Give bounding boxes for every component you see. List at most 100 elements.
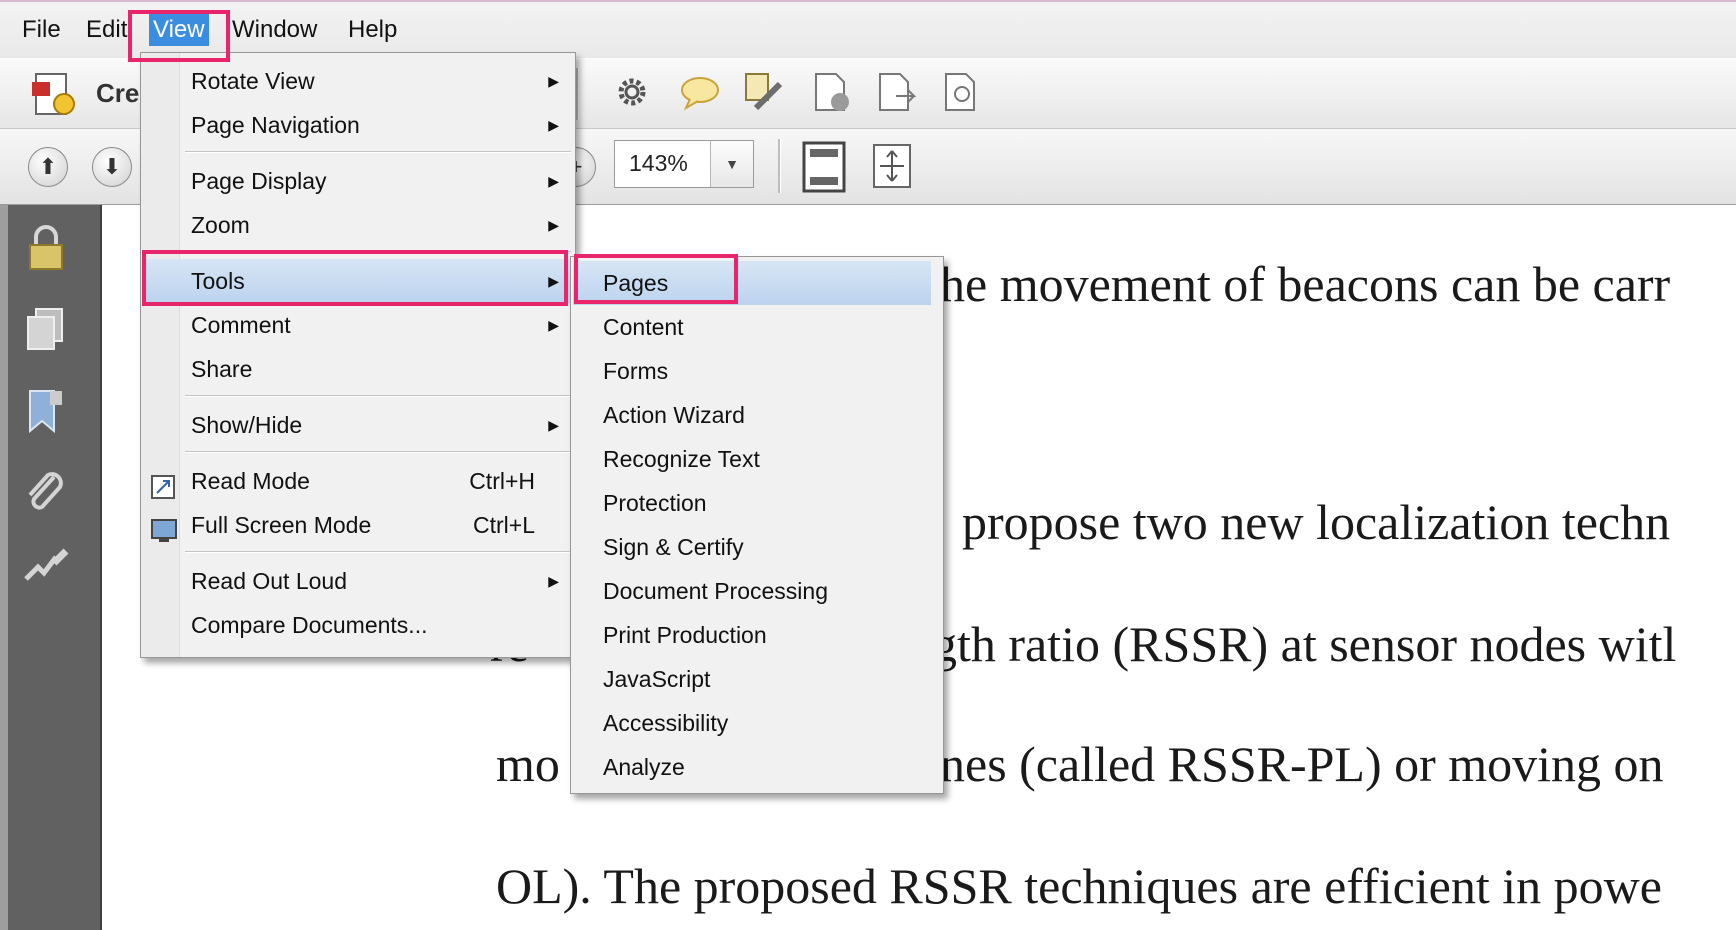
fit-width-icon[interactable]	[870, 141, 914, 191]
menu-item-label: Read Mode	[191, 468, 310, 494]
menu-divider	[185, 551, 571, 553]
document-text-line: propose two new localization techn	[962, 494, 1671, 550]
menu-item-label: Share	[191, 356, 253, 382]
menu-item-label: Full Screen Mode	[191, 512, 372, 538]
menu-item-shortcut: Ctrl+L	[473, 512, 535, 538]
window-top-border	[0, 0, 1736, 2]
lock-icon[interactable]	[20, 223, 72, 275]
submenu-arrow-icon: ▶	[548, 117, 559, 133]
comment-icon[interactable]	[678, 72, 722, 112]
document-text-line: nes (called RSSR-PL) or moving on	[940, 736, 1664, 792]
create-pdf-icon[interactable]	[30, 70, 80, 120]
view-menu: Rotate View ▶ Page Navigation ▶ Page Dis…	[140, 52, 576, 658]
menu-item-label: Recognize Text	[603, 446, 760, 472]
menu-item-label: Sign & Certify	[603, 534, 744, 560]
menu-item-label: Zoom	[191, 212, 250, 238]
menu-item-label: Action Wizard	[603, 402, 745, 428]
pages-icon[interactable]	[20, 303, 72, 355]
menu-item-compare-documents[interactable]: Compare Documents...	[143, 603, 573, 647]
chevron-down-icon[interactable]: ▼	[710, 141, 753, 187]
submenu-item-accessibility[interactable]: Accessibility	[573, 701, 941, 745]
menu-item-label: Show/Hide	[191, 412, 303, 438]
menu-item-label: Forms	[603, 358, 669, 384]
menu-item-rotate-view[interactable]: Rotate View ▶	[143, 59, 573, 103]
menu-item-label: Tools	[191, 268, 245, 294]
menu-item-label: Content	[603, 314, 684, 340]
menu-item-label: Page Display	[191, 168, 327, 194]
menu-item-comment[interactable]: Comment ▶	[143, 303, 573, 347]
submenu-arrow-icon: ▶	[548, 273, 559, 289]
submenu-item-recognize-text[interactable]: Recognize Text	[573, 437, 941, 481]
menu-divider	[185, 251, 571, 253]
submenu-item-analyze[interactable]: Analyze	[573, 745, 941, 789]
fit-page-icon[interactable]	[802, 141, 846, 193]
zoom-combobox[interactable]: 143% ▼	[614, 140, 754, 188]
menu-item-label: Read Out Loud	[191, 568, 348, 594]
submenu-item-document-processing[interactable]: Document Processing	[573, 569, 941, 613]
full-screen-icon	[151, 513, 177, 542]
signature-icon[interactable]	[20, 541, 72, 593]
menu-divider	[185, 151, 571, 153]
pane-edge	[0, 205, 8, 930]
menu-item-label: Compare Documents...	[191, 612, 428, 638]
submenu-arrow-icon: ▶	[548, 217, 559, 233]
gear-icon[interactable]	[612, 72, 652, 112]
menu-item-full-screen-mode[interactable]: Full Screen Mode Ctrl+L	[143, 503, 573, 547]
menu-item-page-display[interactable]: Page Display ▶	[143, 159, 573, 203]
protect-document-icon[interactable]	[810, 70, 854, 114]
menu-item-label: Page Navigation	[191, 112, 360, 138]
menu-item-read-out-loud[interactable]: Read Out Loud ▶	[143, 559, 573, 603]
document-search-icon[interactable]	[940, 70, 984, 114]
submenu-arrow-icon: ▶	[548, 317, 559, 333]
document-text-line: gth ratio (RSSR) at sensor nodes witl	[932, 616, 1677, 672]
menu-item-label: Analyze	[603, 754, 685, 780]
menu-view[interactable]: View	[149, 14, 209, 46]
menu-item-show-hide[interactable]: Show/Hide ▶	[143, 403, 573, 447]
menu-file[interactable]: File	[18, 14, 65, 46]
menu-item-read-mode[interactable]: Read Mode Ctrl+H	[143, 459, 573, 503]
toolbar-separator	[778, 139, 781, 193]
submenu-item-pages[interactable]: Pages	[573, 261, 931, 305]
submenu-item-sign-certify[interactable]: Sign & Certify	[573, 525, 941, 569]
menu-item-label: Print Production	[603, 622, 767, 648]
menu-divider	[185, 395, 571, 397]
next-page-button[interactable]: ⬇	[92, 147, 132, 187]
bookmark-icon[interactable]	[20, 385, 72, 437]
submenu-item-javascript[interactable]: JavaScript	[573, 657, 941, 701]
sign-icon[interactable]	[742, 70, 786, 114]
document-text-line: OL). The proposed RSSR techniques are ef…	[496, 858, 1662, 914]
document-text-line: mo	[496, 736, 560, 792]
menu-item-zoom[interactable]: Zoom ▶	[143, 203, 573, 247]
menu-item-label: JavaScript	[603, 666, 711, 692]
menu-item-page-navigation[interactable]: Page Navigation ▶	[143, 103, 573, 147]
menu-divider	[185, 451, 571, 453]
menu-edit[interactable]: Edit	[82, 14, 131, 46]
menu-item-label: Protection	[603, 490, 707, 516]
menu-item-share[interactable]: Share	[143, 347, 573, 391]
zoom-value[interactable]: 143%	[629, 150, 688, 177]
menu-bar: File Edit View Window Help	[0, 0, 1736, 59]
submenu-item-forms[interactable]: Forms	[573, 349, 941, 393]
menu-help[interactable]: Help	[344, 14, 401, 46]
menu-item-tools[interactable]: Tools ▶	[143, 259, 573, 303]
toolbar-separator	[576, 68, 579, 120]
attachment-icon[interactable]	[20, 467, 72, 519]
read-mode-icon	[151, 469, 175, 499]
submenu-item-action-wizard[interactable]: Action Wizard	[573, 393, 941, 437]
menu-window[interactable]: Window	[228, 14, 321, 46]
previous-page-button[interactable]: ⬆	[28, 147, 68, 187]
menu-item-label: Pages	[603, 270, 669, 296]
submenu-arrow-icon: ▶	[548, 417, 559, 433]
menu-item-shortcut: Ctrl+H	[469, 468, 535, 494]
arrow-up-icon: ⬆	[38, 154, 58, 179]
export-document-icon[interactable]	[874, 70, 918, 114]
document-text-line: he movement of beacons can be carr	[940, 256, 1671, 312]
submenu-item-print-production[interactable]: Print Production	[573, 613, 941, 657]
arrow-down-icon: ⬇	[102, 154, 122, 179]
submenu-arrow-icon: ▶	[548, 573, 559, 589]
menu-item-label: Accessibility	[603, 710, 729, 736]
menu-item-label: Comment	[191, 312, 291, 338]
submenu-item-protection[interactable]: Protection	[573, 481, 941, 525]
submenu-item-content[interactable]: Content	[573, 305, 941, 349]
menu-item-label: Rotate View	[191, 68, 315, 94]
